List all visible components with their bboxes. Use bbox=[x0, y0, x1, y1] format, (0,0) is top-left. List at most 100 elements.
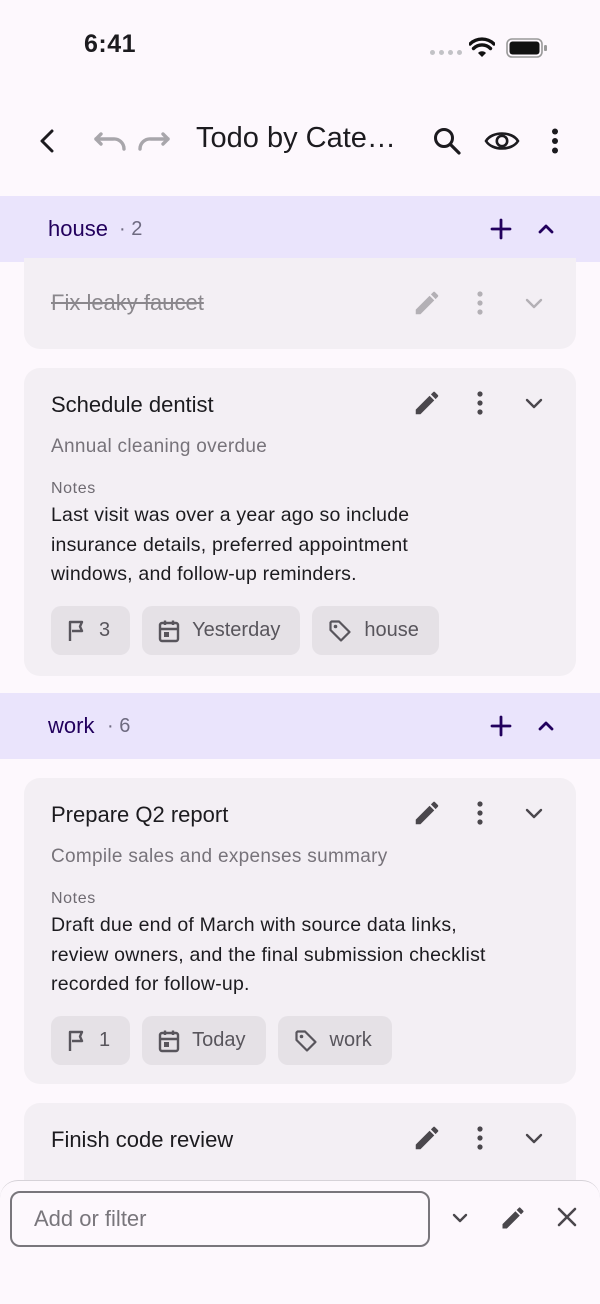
calendar-icon bbox=[158, 1030, 180, 1052]
item-menu-button[interactable] bbox=[470, 288, 490, 318]
pencil-icon bbox=[502, 1207, 524, 1229]
more-vert-icon bbox=[552, 128, 558, 154]
bottom-bar bbox=[0, 1180, 600, 1304]
status-bar: 6:41 bbox=[0, 0, 600, 96]
pencil-icon bbox=[415, 291, 439, 315]
back-button[interactable] bbox=[30, 123, 66, 159]
more-vert-icon bbox=[477, 1126, 483, 1150]
todo-title: Finish code review bbox=[51, 1127, 234, 1152]
chevron-down-icon bbox=[525, 398, 543, 409]
expand-button[interactable] bbox=[521, 388, 547, 418]
chip-row: 3 Yesterday house bbox=[51, 606, 439, 655]
close-icon bbox=[557, 1207, 577, 1227]
chip-row: 1 Today work bbox=[51, 1016, 392, 1065]
edit-button[interactable] bbox=[412, 798, 442, 828]
notes-text: Last visit was over a year ago so includ… bbox=[51, 501, 561, 590]
expand-button[interactable] bbox=[521, 288, 547, 318]
todo-card[interactable]: Prepare Q2 report Compile sales and expe… bbox=[24, 778, 576, 1084]
notes-line: insurance details, preferred appointment bbox=[51, 533, 409, 556]
add-to-group-button[interactable] bbox=[487, 712, 515, 740]
due-date-value: Yesterday bbox=[192, 619, 281, 641]
group-count: · 6 bbox=[107, 715, 131, 737]
todo-title: Prepare Q2 report bbox=[51, 802, 229, 827]
pencil-icon bbox=[415, 391, 439, 415]
notes-line: recorded for follow-up. bbox=[51, 973, 250, 995]
search-button[interactable] bbox=[428, 122, 466, 160]
undo-button[interactable] bbox=[90, 124, 130, 158]
pencil-icon bbox=[415, 801, 439, 825]
notes-label: Notes bbox=[51, 890, 96, 907]
group-header-work[interactable]: work · 6 bbox=[0, 693, 600, 759]
item-menu-button[interactable] bbox=[470, 798, 490, 828]
add-to-group-button[interactable] bbox=[487, 215, 515, 243]
group-name: work bbox=[48, 713, 95, 738]
todo-list: house · 2 Fix leaky faucet Schedule dent… bbox=[0, 196, 600, 1304]
eye-icon bbox=[484, 132, 520, 150]
chevron-up-icon bbox=[538, 721, 554, 731]
expand-button[interactable] bbox=[521, 798, 547, 828]
flag-icon bbox=[68, 1030, 84, 1051]
collapse-group-button[interactable] bbox=[532, 712, 560, 740]
due-date-chip[interactable]: Yesterday bbox=[142, 606, 301, 655]
clear-button[interactable] bbox=[553, 1203, 581, 1231]
expand-button[interactable] bbox=[521, 1123, 547, 1153]
calendar-icon bbox=[158, 620, 180, 642]
todo-card[interactable]: Fix leaky faucet bbox=[24, 258, 576, 349]
group-name: house bbox=[48, 216, 108, 241]
page-title: Todo by Categ... bbox=[196, 122, 401, 154]
undo-icon bbox=[94, 132, 126, 151]
status-time: 6:41 bbox=[84, 30, 137, 58]
notes-label: Notes bbox=[51, 480, 96, 497]
more-vert-icon bbox=[477, 291, 483, 315]
redo-button[interactable] bbox=[134, 124, 174, 158]
battery-icon bbox=[506, 38, 547, 58]
collapse-group-button[interactable] bbox=[532, 215, 560, 243]
add-or-filter-input[interactable] bbox=[10, 1191, 430, 1247]
group-count: · 2 bbox=[119, 218, 143, 240]
pencil-icon bbox=[415, 1126, 439, 1150]
chevron-down-icon bbox=[525, 808, 543, 819]
item-menu-button[interactable] bbox=[470, 388, 490, 418]
group-header-house[interactable]: house · 2 bbox=[0, 196, 600, 262]
notes-line: Last visit was over a year ago so includ… bbox=[51, 504, 410, 526]
tag-value: house bbox=[364, 619, 419, 641]
search-icon bbox=[434, 128, 461, 155]
more-vert-icon bbox=[477, 801, 483, 825]
notes-line: Draft due end of March with source data … bbox=[51, 914, 457, 936]
notes-line: review owners, and the final submission … bbox=[51, 943, 486, 966]
overflow-menu-button[interactable] bbox=[538, 122, 572, 160]
due-date-chip[interactable]: Today bbox=[142, 1016, 266, 1065]
plus-icon bbox=[490, 218, 512, 240]
todo-card[interactable]: Schedule dentist Annual cleaning overdue… bbox=[24, 368, 576, 676]
chevron-up-icon bbox=[538, 224, 554, 234]
todo-subtitle: Compile sales and expenses summary bbox=[51, 846, 388, 867]
item-menu-button[interactable] bbox=[470, 1123, 490, 1153]
signal-dots-icon bbox=[430, 50, 462, 55]
priority-value: 3 bbox=[99, 619, 111, 641]
due-date-value: Today bbox=[192, 1029, 246, 1051]
notes-line: windows, and follow-up reminders. bbox=[51, 563, 357, 585]
compose-button[interactable] bbox=[498, 1203, 528, 1233]
todo-title: Schedule dentist bbox=[51, 392, 214, 417]
redo-icon bbox=[138, 132, 170, 151]
tag-chip[interactable]: house bbox=[312, 606, 439, 655]
priority-chip[interactable]: 3 bbox=[51, 606, 131, 655]
wifi-icon bbox=[469, 37, 495, 57]
tag-icon bbox=[294, 1029, 317, 1052]
chevron-down-icon bbox=[452, 1213, 468, 1223]
chevron-down-icon bbox=[525, 1133, 543, 1144]
plus-icon bbox=[490, 715, 512, 737]
tag-icon bbox=[329, 619, 351, 642]
edit-button[interactable] bbox=[412, 288, 442, 318]
priority-chip[interactable]: 1 bbox=[51, 1016, 131, 1065]
todo-subtitle: Annual cleaning overdue bbox=[51, 436, 268, 457]
chevron-down-icon bbox=[525, 298, 543, 309]
tag-value: work bbox=[329, 1029, 372, 1051]
flag-icon bbox=[68, 620, 84, 641]
edit-button[interactable] bbox=[412, 388, 442, 418]
tag-chip[interactable]: work bbox=[277, 1016, 392, 1065]
input-options-button[interactable] bbox=[446, 1204, 474, 1232]
edit-button[interactable] bbox=[412, 1123, 442, 1153]
visibility-button[interactable] bbox=[482, 122, 522, 160]
more-vert-icon bbox=[477, 391, 483, 415]
